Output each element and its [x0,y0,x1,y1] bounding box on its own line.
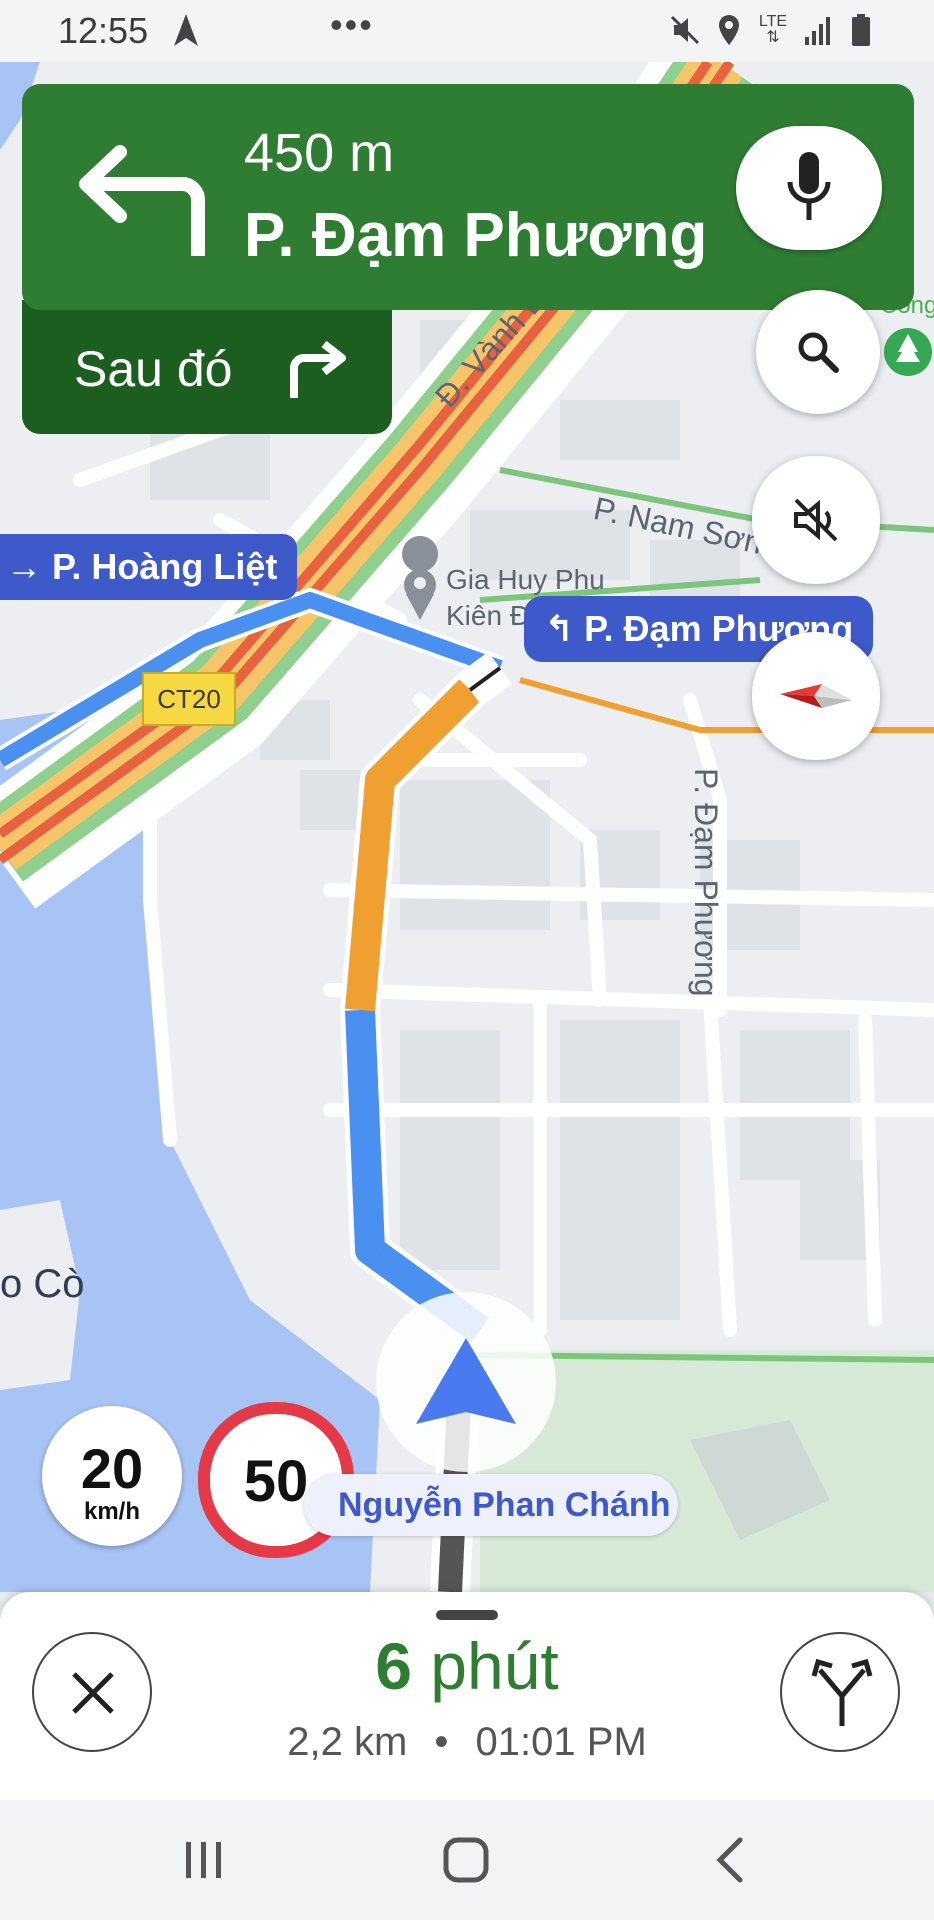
instruction-distance: 450 m [244,123,395,183]
status-bar: 12:55 ••• LTE ⇅ [0,0,934,62]
map-text-lake: o Cò [0,1262,85,1306]
current-street-label: Nguyễn Phan Chánh [304,1474,678,1536]
map-text-dam-phuong-vertical: P. Đạm Phương [688,768,724,997]
search-button[interactable] [756,290,880,414]
compass-button[interactable] [752,632,880,760]
microphone-icon [787,152,831,220]
status-icons: LTE ⇅ [670,12,876,48]
mute-icon [670,15,700,45]
back-icon[interactable] [710,1836,750,1884]
alternate-routes-button[interactable] [780,1632,900,1752]
status-time: 12:55 [58,10,149,51]
location-icon [719,15,739,45]
turn-right-arrow-icon [290,340,346,398]
turn-left-arrow-icon [79,145,205,256]
current-speed-value: 20 [80,1437,144,1500]
route-fork-icon [811,1658,873,1726]
signal-icon [805,17,830,45]
instruction-street: P. Đạm Phương [244,201,708,270]
home-icon[interactable] [442,1836,490,1884]
road-label-hoang-liet[interactable]: → P. Hoàng Liệt [0,534,298,600]
sound-toggle-button[interactable] [752,456,880,584]
eta-separator: • [434,1720,449,1764]
search-icon [798,332,839,373]
recents-icon[interactable] [182,1838,226,1882]
battery-icon [852,14,870,46]
current-speed-unit: km/h [83,1498,140,1525]
route-badge-ct20: CT20 [142,672,236,726]
more-notifications-icon: ••• [330,4,374,45]
trip-distance: 2,2 km [287,1720,408,1764]
trip-summary-panel[interactable]: 6 phút 2,2 km • 01:01 PM [0,1592,934,1800]
map-text-poi-2: Kiên Đ [446,600,531,631]
lte-icon: LTE ⇅ [758,13,788,46]
drag-handle[interactable] [436,1610,498,1620]
voice-search-button[interactable] [736,126,882,250]
sound-off-icon [794,498,838,542]
eta-minutes: 6 [375,1629,412,1703]
eta-unit: phút [430,1629,559,1703]
system-navigation-bar [0,1800,934,1920]
current-speed: 20 km/h [42,1406,182,1546]
next-instruction-panel[interactable]: Sau đó [22,300,392,434]
then-label: Sau đó [74,341,233,397]
compass-icon [780,684,852,708]
road-label-hoang-liet-text: P. Hoàng Liệt [52,546,278,587]
navigation-status-icon [174,14,198,46]
map-text-poi-1: Gia Huy Phu [446,564,605,595]
arrival-time: 01:01 PM [475,1720,647,1764]
